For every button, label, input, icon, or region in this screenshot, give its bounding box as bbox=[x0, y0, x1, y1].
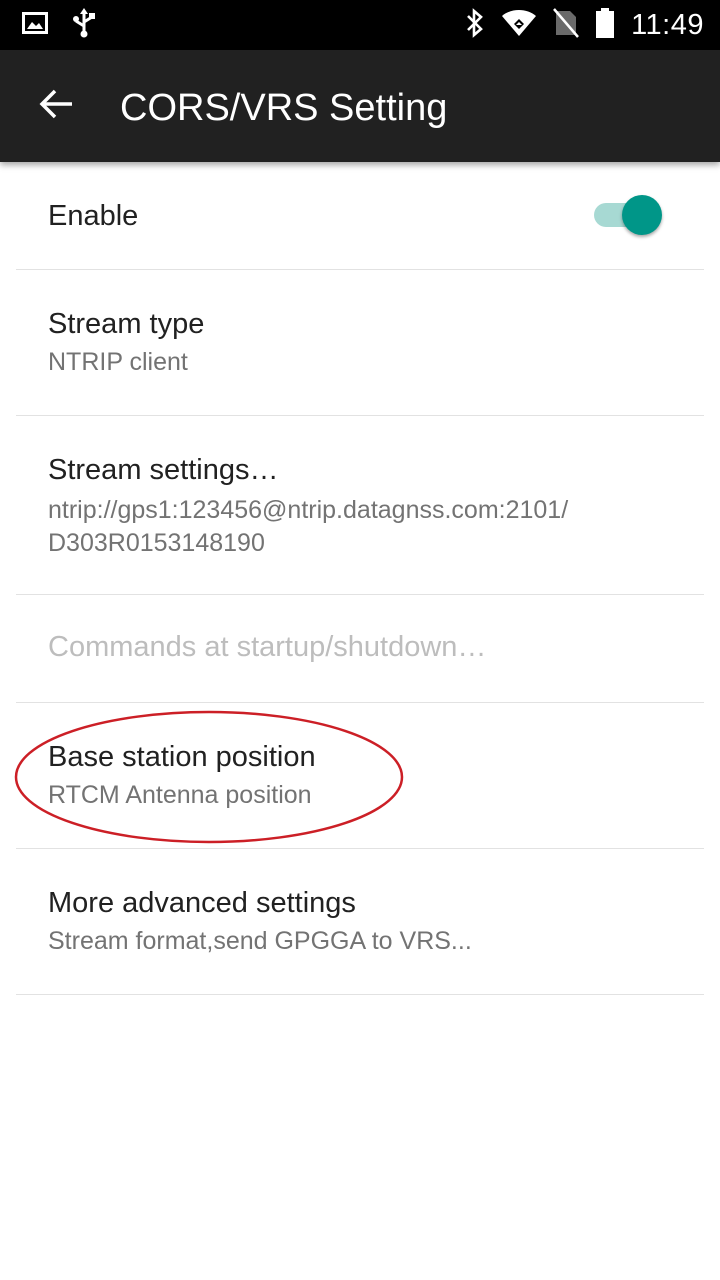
no-sim-icon bbox=[553, 7, 580, 43]
stream-settings-summary-line1: ntrip://gps1:123456@ntrip.datagnss.com:2… bbox=[48, 496, 569, 524]
commands-title: Commands at startup/shutdown… bbox=[48, 631, 487, 663]
stream-settings-preference[interactable]: Stream settings… ntrip://gps1:123456@ntr… bbox=[16, 416, 704, 595]
image-icon bbox=[22, 11, 48, 39]
usb-icon bbox=[72, 7, 96, 43]
stream-type-preference[interactable]: Stream type NTRIP client bbox=[16, 270, 704, 416]
bluetooth-icon bbox=[465, 7, 485, 43]
base-station-preference[interactable]: Base station position RTCM Antenna posit… bbox=[16, 703, 704, 849]
base-station-summary: RTCM Antenna position bbox=[48, 781, 312, 809]
page-title: CORS/VRS Setting bbox=[120, 87, 448, 129]
enable-preference[interactable]: Enable bbox=[16, 162, 704, 270]
enable-title: Enable bbox=[48, 200, 139, 232]
stream-settings-title: Stream settings… bbox=[48, 454, 279, 486]
base-station-title: Base station position bbox=[48, 741, 316, 773]
commands-preference: Commands at startup/shutdown… bbox=[16, 595, 704, 703]
stream-settings-summary-line2: D303R0153148190 bbox=[48, 529, 265, 557]
status-bar-right: 11:49 bbox=[465, 0, 704, 50]
arrow-back-icon bbox=[38, 88, 74, 125]
switch-thumb bbox=[622, 195, 662, 235]
stream-type-title: Stream type bbox=[48, 308, 205, 340]
status-bar-left bbox=[22, 7, 96, 43]
wifi-icon bbox=[501, 9, 537, 42]
more-advanced-preference[interactable]: More advanced settings Stream format,sen… bbox=[16, 849, 704, 995]
back-button[interactable] bbox=[24, 74, 88, 138]
enable-switch[interactable] bbox=[594, 195, 664, 235]
battery-icon bbox=[595, 7, 615, 43]
app-bar: CORS/VRS Setting bbox=[0, 50, 720, 162]
status-bar: 11:49 bbox=[0, 0, 720, 50]
stream-type-summary: NTRIP client bbox=[48, 348, 188, 376]
settings-list: Enable Stream type NTRIP client Stream s… bbox=[0, 162, 720, 995]
more-advanced-title: More advanced settings bbox=[48, 887, 356, 919]
more-advanced-summary: Stream format,send GPGGA to VRS... bbox=[48, 927, 472, 955]
status-time: 11:49 bbox=[631, 8, 704, 41]
